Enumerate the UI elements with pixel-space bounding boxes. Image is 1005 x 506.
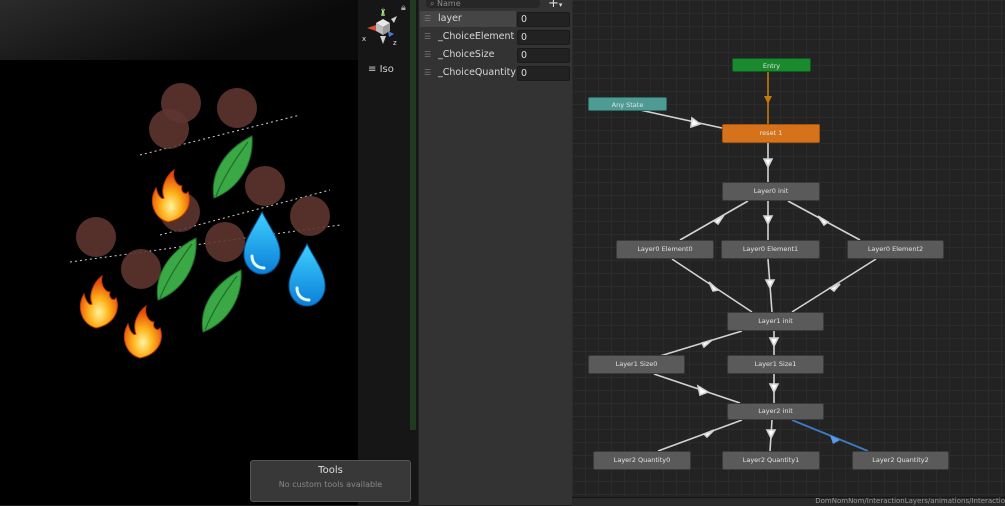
- transition[interactable]: [653, 373, 741, 404]
- parameter-name: layer: [438, 13, 462, 24]
- state-layer1-size0[interactable]: Layer1 Size0: [588, 355, 685, 374]
- drag-handle-icon[interactable]: ☰: [424, 29, 432, 45]
- drag-handle-icon[interactable]: ☰: [424, 47, 432, 63]
- parameter-search-field[interactable]: ⌕ Name: [426, 0, 540, 8]
- parameter-row-layer[interactable]: ☰ layer 0: [420, 11, 570, 27]
- state-layer2-quantity1[interactable]: Layer2 Quantity1: [722, 451, 820, 470]
- leaf-sprite: [156, 237, 197, 301]
- transition-arrow: [702, 429, 715, 439]
- transition-arrow: [712, 214, 725, 226]
- parameter-row-choice-element[interactable]: ☰ _ChoiceElement 0: [420, 29, 570, 45]
- brown-circle: [205, 222, 245, 262]
- transition[interactable]: [791, 258, 877, 313]
- fire-sprite: [151, 169, 190, 223]
- transition-arrow: [768, 383, 780, 394]
- search-placeholder: Name: [437, 0, 461, 8]
- asset-path: DomNomNom/InteractionLayers/animations/I…: [815, 497, 1005, 505]
- parameter-row-choice-size[interactable]: ☰ _ChoiceSize 0: [420, 47, 570, 63]
- gizmo-z-cone[interactable]: [388, 31, 394, 37]
- drag-handle-icon[interactable]: ☰: [424, 11, 432, 27]
- state-entry[interactable]: Entry: [732, 58, 811, 72]
- menu-lines-icon: ≡: [368, 64, 377, 75]
- scene-view[interactable]: [0, 0, 358, 505]
- gizmo-x-label: x: [362, 35, 366, 43]
- parameter-value-field[interactable]: 0: [517, 30, 570, 45]
- transition-arrow: [690, 116, 702, 129]
- transition-arrow: [762, 215, 774, 226]
- state-layer0-element0[interactable]: Layer0 Element0: [616, 240, 714, 259]
- brown-circle: [245, 166, 285, 206]
- state-layer2-quantity0[interactable]: Layer2 Quantity0: [593, 451, 691, 470]
- state-layer0-init[interactable]: Layer0 init: [722, 182, 820, 201]
- transition-arrow: [762, 158, 774, 169]
- parameter-name: _ChoiceQuantity: [438, 67, 516, 78]
- parameter-name: _ChoiceSize: [438, 49, 495, 60]
- scene-sprites: [69, 83, 341, 359]
- brown-circle: [290, 196, 330, 236]
- transition[interactable]: [639, 109, 723, 129]
- state-reset[interactable]: reset 1: [722, 124, 820, 143]
- brown-circle: [121, 249, 161, 289]
- state-layer0-element1[interactable]: Layer0 Element1: [721, 240, 820, 259]
- scene-dark-area: [358, 0, 418, 505]
- gizmo-x-cone[interactable]: [367, 25, 376, 31]
- tools-overlay: Tools No custom tools available: [250, 460, 411, 502]
- scene-edge-strip: [410, 0, 416, 430]
- brown-circle: [149, 109, 189, 149]
- transition-arrow: [764, 279, 776, 290]
- transition-arrow: [830, 435, 840, 444]
- tools-title: Tools: [318, 465, 343, 476]
- brown-circle: [217, 88, 257, 128]
- transition-arrow: [708, 281, 720, 292]
- parameter-value-field[interactable]: 0: [517, 66, 570, 81]
- state-layer2-init[interactable]: Layer2 init: [727, 403, 824, 420]
- tools-message: No custom tools available: [278, 480, 383, 489]
- drag-handle-icon[interactable]: ☰: [424, 65, 432, 81]
- fire-sprite: [79, 275, 118, 329]
- transition-selected[interactable]: [791, 419, 869, 452]
- state-layer2-quantity2[interactable]: Layer2 Quantity2: [852, 451, 949, 470]
- state-layer1-init[interactable]: Layer1 init: [727, 312, 824, 331]
- transition-arrow: [700, 339, 713, 349]
- parameter-value-field[interactable]: 0: [517, 12, 570, 27]
- lock-icon[interactable]: 🔒︎: [401, 3, 406, 13]
- transition-arrow: [696, 384, 710, 397]
- state-layer1-size1[interactable]: Layer1 Size1: [727, 355, 824, 374]
- parameter-name: _ChoiceElement: [438, 31, 515, 42]
- transition-arrow: [817, 215, 830, 227]
- leaf-sprite: [201, 269, 242, 333]
- orientation-gizmo[interactable]: y x z: [362, 4, 404, 52]
- transition[interactable]: [659, 330, 743, 357]
- transition-arrow: [765, 429, 777, 440]
- parameter-value-field[interactable]: 0: [517, 48, 570, 63]
- state-any-state[interactable]: Any State: [588, 97, 667, 111]
- water-drop-sprite: [242, 210, 282, 276]
- brown-circle: [76, 217, 116, 257]
- water-drop-sprite: [287, 242, 327, 308]
- projection-label: Iso: [379, 64, 394, 75]
- fire-sprite: [123, 305, 162, 359]
- transition-arrow: [764, 96, 772, 104]
- transition[interactable]: [657, 419, 743, 452]
- state-layer0-element2[interactable]: Layer0 Element2: [847, 240, 944, 259]
- parameter-row-choice-quantity[interactable]: ☰ _ChoiceQuantity 0: [420, 65, 570, 81]
- gizmo-z-label: z: [393, 39, 397, 47]
- gizmo-y-label: y: [381, 7, 385, 15]
- search-icon: ⌕: [430, 0, 435, 8]
- projection-toggle[interactable]: ≡ Iso: [368, 64, 394, 75]
- add-parameter-button[interactable]: +▾: [548, 0, 562, 11]
- transition-arrow: [768, 337, 780, 348]
